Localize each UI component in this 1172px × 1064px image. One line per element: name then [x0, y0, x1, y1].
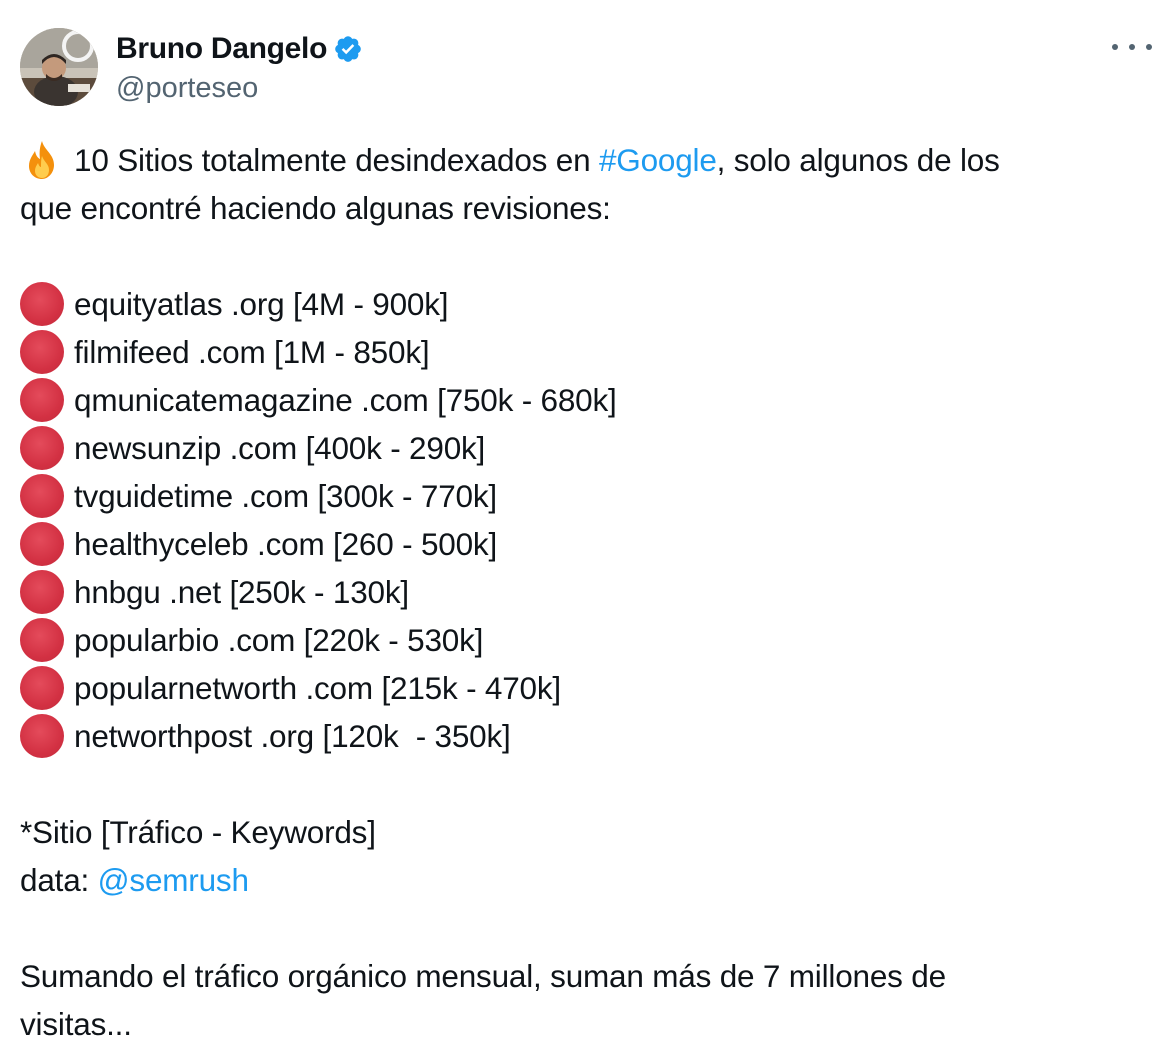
summary-line-1: Sumando el tráfico orgánico mensual, sum… [20, 958, 946, 994]
tweet-text: 10 Sitios totalmente desindexados en #Go… [20, 136, 1150, 1048]
site-entry: networthpost .org [120k - 350k] [74, 718, 511, 754]
hashtag-link[interactable]: #Google [599, 136, 717, 184]
mention-link[interactable]: @semrush [98, 856, 249, 904]
red-circle-icon [20, 570, 64, 614]
fire-icon [20, 138, 64, 182]
tweet: Bruno Dangelo @porteseo 10 Sitios totalm… [0, 0, 1172, 1064]
red-circle-icon [20, 618, 64, 662]
site-entry: tvguidetime .com [300k - 770k] [74, 478, 497, 514]
list-item: filmifeed .com [1M - 850k] [20, 328, 1150, 376]
intro-line: 10 Sitios totalmente desindexados en #Go… [20, 136, 1150, 184]
list-item: qmunicatemagazine .com [750k - 680k] [20, 376, 1150, 424]
list-item: popularnetworth .com [215k - 470k] [20, 664, 1150, 712]
avatar[interactable] [20, 28, 98, 106]
list-item: equityatlas .org [4M - 900k] [20, 280, 1150, 328]
site-entry: hnbgu .net [250k - 130k] [74, 574, 409, 610]
more-dot [1112, 44, 1118, 50]
name-row: Bruno Dangelo [116, 30, 363, 68]
site-entry: qmunicatemagazine .com [750k - 680k] [74, 382, 617, 418]
site-entry: filmifeed .com [1M - 850k] [74, 334, 430, 370]
list-item: popularbio .com [220k - 530k] [20, 616, 1150, 664]
red-circle-icon [20, 330, 64, 374]
more-dot [1146, 44, 1152, 50]
intro-text-2: , solo algunos de los [716, 142, 1000, 178]
summary-line-2: visitas... [20, 1006, 132, 1042]
red-circle-icon [20, 378, 64, 422]
more-icon[interactable] [1112, 32, 1152, 62]
data-source-line: data: @semrush [20, 856, 1150, 904]
list-item: hnbgu .net [250k - 130k] [20, 568, 1150, 616]
site-entry: popularnetworth .com [215k - 470k] [74, 670, 561, 706]
red-circle-icon [20, 474, 64, 518]
list-item: newsunzip .com [400k - 290k] [20, 424, 1150, 472]
intro-text-1: 10 Sitios totalmente desindexados en [74, 142, 599, 178]
red-circle-icon [20, 666, 64, 710]
site-entry: healthyceleb .com [260 - 500k] [74, 526, 498, 562]
avatar-photo [20, 28, 98, 106]
list-item: tvguidetime .com [300k - 770k] [20, 472, 1150, 520]
more-dot [1129, 44, 1135, 50]
verified-badge-icon[interactable] [333, 34, 363, 64]
red-circle-icon [20, 522, 64, 566]
legend-line: *Sitio [Tráfico - Keywords] [20, 814, 376, 850]
site-entry: popularbio .com [220k - 530k] [74, 622, 484, 658]
site-entry: newsunzip .com [400k - 290k] [74, 430, 486, 466]
list-item: healthyceleb .com [260 - 500k] [20, 520, 1150, 568]
red-circle-icon [20, 714, 64, 758]
red-circle-icon [20, 282, 64, 326]
list-item: networthpost .org [120k - 350k] [20, 712, 1150, 760]
display-name[interactable]: Bruno Dangelo [116, 32, 327, 66]
data-label: data: [20, 862, 98, 898]
site-entry: equityatlas .org [4M - 900k] [74, 286, 449, 322]
intro-line-2: que encontré haciendo algunas revisiones… [20, 190, 611, 226]
author-block: Bruno Dangelo @porteseo [116, 30, 363, 105]
handle[interactable]: @porteseo [116, 72, 363, 105]
red-circle-icon [20, 426, 64, 470]
